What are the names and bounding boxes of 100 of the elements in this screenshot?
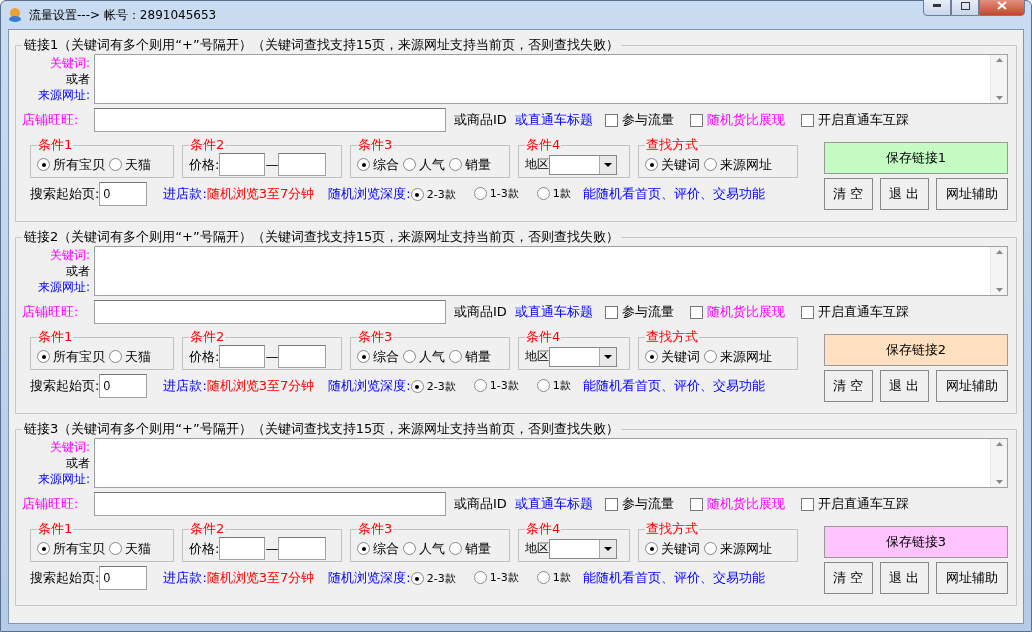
radio-option[interactable]: 关键词 xyxy=(645,155,700,174)
radio-button[interactable] xyxy=(37,350,50,363)
checkbox-option[interactable]: 开启直通车互踩 xyxy=(788,111,909,129)
scrollbar[interactable] xyxy=(990,439,1007,487)
radio-button[interactable] xyxy=(449,158,462,171)
shop-field[interactable] xyxy=(94,300,446,324)
min-price-field[interactable] xyxy=(219,537,266,560)
radio-button[interactable] xyxy=(403,542,416,555)
radio-option[interactable]: 销量 xyxy=(449,539,491,558)
radio-button[interactable] xyxy=(357,350,370,363)
region-dropdown[interactable] xyxy=(549,154,617,175)
radio-button[interactable] xyxy=(109,158,122,171)
radio-button[interactable] xyxy=(410,380,424,394)
action-button[interactable]: 网址辅助 xyxy=(935,178,1008,210)
radio-button[interactable] xyxy=(704,542,717,555)
scroll-down-icon[interactable] xyxy=(995,96,1003,100)
radio-option[interactable]: 1款 xyxy=(536,185,571,201)
keyword-field[interactable] xyxy=(94,246,1008,296)
radio-option[interactable]: 天猫 xyxy=(109,155,151,174)
radio-option[interactable]: 所有宝贝 xyxy=(37,347,105,366)
radio-button[interactable] xyxy=(109,542,122,555)
radio-option[interactable]: 综合 xyxy=(357,155,399,174)
scroll-down-icon[interactable] xyxy=(995,480,1003,484)
checkbox[interactable] xyxy=(800,305,814,319)
checkbox[interactable] xyxy=(604,305,618,319)
radio-button[interactable] xyxy=(473,378,487,392)
max-price-field[interactable] xyxy=(278,153,327,176)
scroll-down-icon[interactable] xyxy=(995,288,1003,292)
checkbox[interactable] xyxy=(604,497,618,511)
radio-option[interactable]: 来源网址 xyxy=(704,155,772,174)
close-button[interactable] xyxy=(979,0,1025,16)
action-button[interactable]: 清 空 xyxy=(824,178,873,210)
radio-option[interactable]: 人气 xyxy=(403,539,445,558)
radio-option[interactable]: 1-3款 xyxy=(473,569,519,585)
checkbox-option[interactable]: 参与流量 xyxy=(592,303,674,321)
checkbox-option[interactable]: 开启直通车互踩 xyxy=(788,303,909,321)
radio-button[interactable] xyxy=(473,186,487,200)
radio-button[interactable] xyxy=(403,350,416,363)
action-button[interactable]: 退 出 xyxy=(879,178,929,210)
scroll-up-icon[interactable] xyxy=(995,250,1003,254)
radio-button[interactable] xyxy=(357,158,370,171)
radio-button[interactable] xyxy=(403,158,416,171)
radio-option[interactable]: 1款 xyxy=(536,569,571,585)
radio-option[interactable]: 天猫 xyxy=(109,347,151,366)
maximize-button[interactable] xyxy=(951,0,979,16)
radio-option[interactable]: 销量 xyxy=(449,347,491,366)
checkbox-option[interactable]: 参与流量 xyxy=(592,111,674,129)
start-page-field[interactable]: 0 xyxy=(99,182,148,206)
radio-option[interactable]: 1款 xyxy=(536,377,571,393)
action-button[interactable]: 退 出 xyxy=(879,562,929,594)
action-button[interactable]: 清 空 xyxy=(824,562,873,594)
keyword-field[interactable] xyxy=(94,438,1008,488)
radio-option[interactable]: 1-3款 xyxy=(473,185,519,201)
radio-option[interactable]: 销量 xyxy=(449,155,491,174)
radio-option[interactable]: 来源网址 xyxy=(704,347,772,366)
action-button[interactable]: 网址辅助 xyxy=(935,370,1008,402)
checkbox[interactable] xyxy=(689,497,703,511)
radio-option[interactable]: 关键词 xyxy=(645,347,700,366)
radio-option[interactable]: 天猫 xyxy=(109,539,151,558)
radio-option[interactable]: 综合 xyxy=(357,539,399,558)
radio-button[interactable] xyxy=(645,158,658,171)
radio-button[interactable] xyxy=(357,542,370,555)
radio-option[interactable]: 人气 xyxy=(403,347,445,366)
radio-button[interactable] xyxy=(410,572,424,586)
keyword-field[interactable] xyxy=(94,54,1008,104)
min-price-field[interactable] xyxy=(219,345,266,368)
radio-option[interactable]: 来源网址 xyxy=(704,539,772,558)
checkbox[interactable] xyxy=(689,305,703,319)
radio-button[interactable] xyxy=(645,350,658,363)
radio-button[interactable] xyxy=(37,158,50,171)
save-link-button[interactable]: 保存链接3 xyxy=(824,526,1008,558)
shop-field[interactable] xyxy=(94,492,446,516)
radio-option[interactable]: 所有宝贝 xyxy=(37,155,105,174)
save-link-button[interactable]: 保存链接2 xyxy=(824,334,1008,366)
minimize-button[interactable] xyxy=(923,0,951,16)
radio-option[interactable]: 人气 xyxy=(403,155,445,174)
radio-button[interactable] xyxy=(449,542,462,555)
scrollbar[interactable] xyxy=(990,247,1007,295)
radio-option[interactable]: 2-3款 xyxy=(410,571,456,587)
checkbox[interactable] xyxy=(604,113,618,127)
action-button[interactable]: 网址辅助 xyxy=(935,562,1008,594)
checkbox[interactable] xyxy=(800,497,814,511)
save-link-button[interactable]: 保存链接1 xyxy=(824,142,1008,174)
scroll-up-icon[interactable] xyxy=(995,58,1003,62)
radio-button[interactable] xyxy=(704,158,717,171)
max-price-field[interactable] xyxy=(278,345,327,368)
shop-field[interactable] xyxy=(94,108,446,132)
min-price-field[interactable] xyxy=(219,153,266,176)
checkbox-option[interactable]: 参与流量 xyxy=(592,495,674,513)
radio-option[interactable]: 所有宝贝 xyxy=(37,539,105,558)
radio-button[interactable] xyxy=(536,186,550,200)
radio-button[interactable] xyxy=(645,542,658,555)
checkbox[interactable] xyxy=(689,113,703,127)
radio-button[interactable] xyxy=(473,570,487,584)
radio-option[interactable]: 1-3款 xyxy=(473,377,519,393)
radio-button[interactable] xyxy=(449,350,462,363)
scroll-up-icon[interactable] xyxy=(995,442,1003,446)
region-dropdown[interactable] xyxy=(549,538,617,559)
action-button[interactable]: 退 出 xyxy=(879,370,929,402)
start-page-field[interactable]: 0 xyxy=(99,374,148,398)
